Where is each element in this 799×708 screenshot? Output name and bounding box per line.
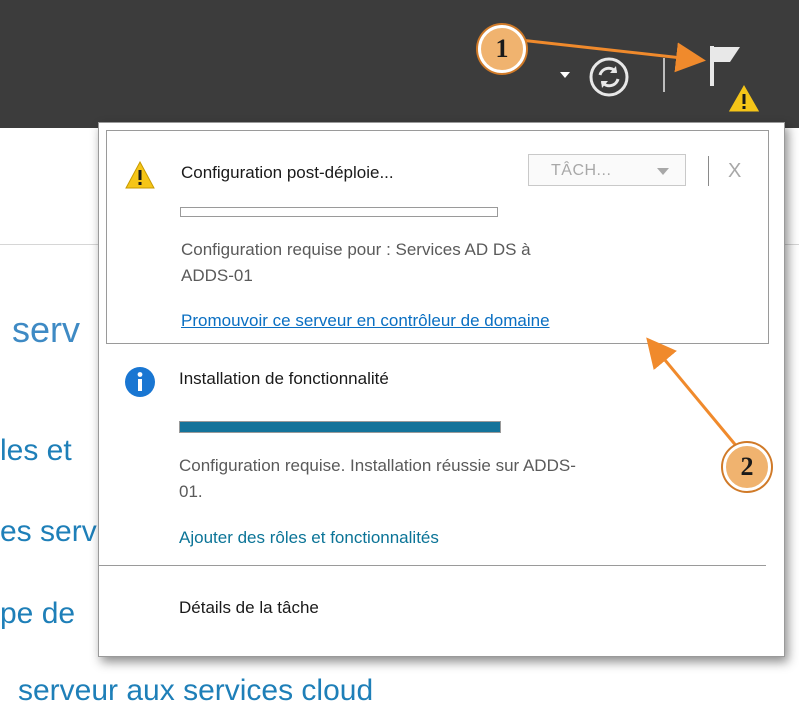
annotation-badge-1: 1 [478,25,526,73]
refresh-icon[interactable] [587,55,631,99]
promote-domain-controller-link[interactable]: Promouvoir ce serveur en contrôleur de d… [181,311,550,331]
warning-icon [125,161,155,189]
panel-divider [99,565,766,566]
background-title: serv [12,309,81,350]
close-icon[interactable]: X [728,157,741,185]
notification-post-deployment: Configuration post-déploie... TÂCH... X … [106,130,769,344]
background-link-group[interactable]: pe de [0,597,75,631]
separator [708,156,709,186]
notifications-panel: Configuration post-déploie... TÂCH... X … [98,122,785,657]
toolbar-separator [663,58,665,92]
background-link-servers[interactable]: es serv [0,515,97,549]
progress-bar-fill [180,422,500,432]
notification-description: Configuration requise. Installation réus… [179,456,576,501]
annotation-badge-2: 2 [723,443,771,491]
tasks-dropdown[interactable]: TÂCH... [528,154,686,186]
flag-icon[interactable] [700,40,770,118]
add-roles-features-link[interactable]: Ajouter des rôles et fonctionnalités [179,528,439,548]
progress-bar [180,207,498,217]
warning-icon [727,82,761,113]
task-details-link[interactable]: Détails de la tâche [179,598,319,618]
tasks-dropdown-label: TÂCH... [551,162,612,179]
chevron-down-icon[interactable] [560,72,570,78]
background-link-cloud[interactable]: serveur aux services cloud [18,674,373,708]
info-icon [125,367,155,397]
progress-bar [179,421,501,433]
background-link-roles[interactable]: les et [0,434,72,468]
notification-title: Installation de fonctionnalité [179,369,389,388]
chevron-down-icon [657,168,669,175]
notification-description: Configuration requise pour : Services AD… [181,240,531,285]
top-toolbar [0,0,799,128]
notification-title: Configuration post-déploie... [181,163,394,182]
